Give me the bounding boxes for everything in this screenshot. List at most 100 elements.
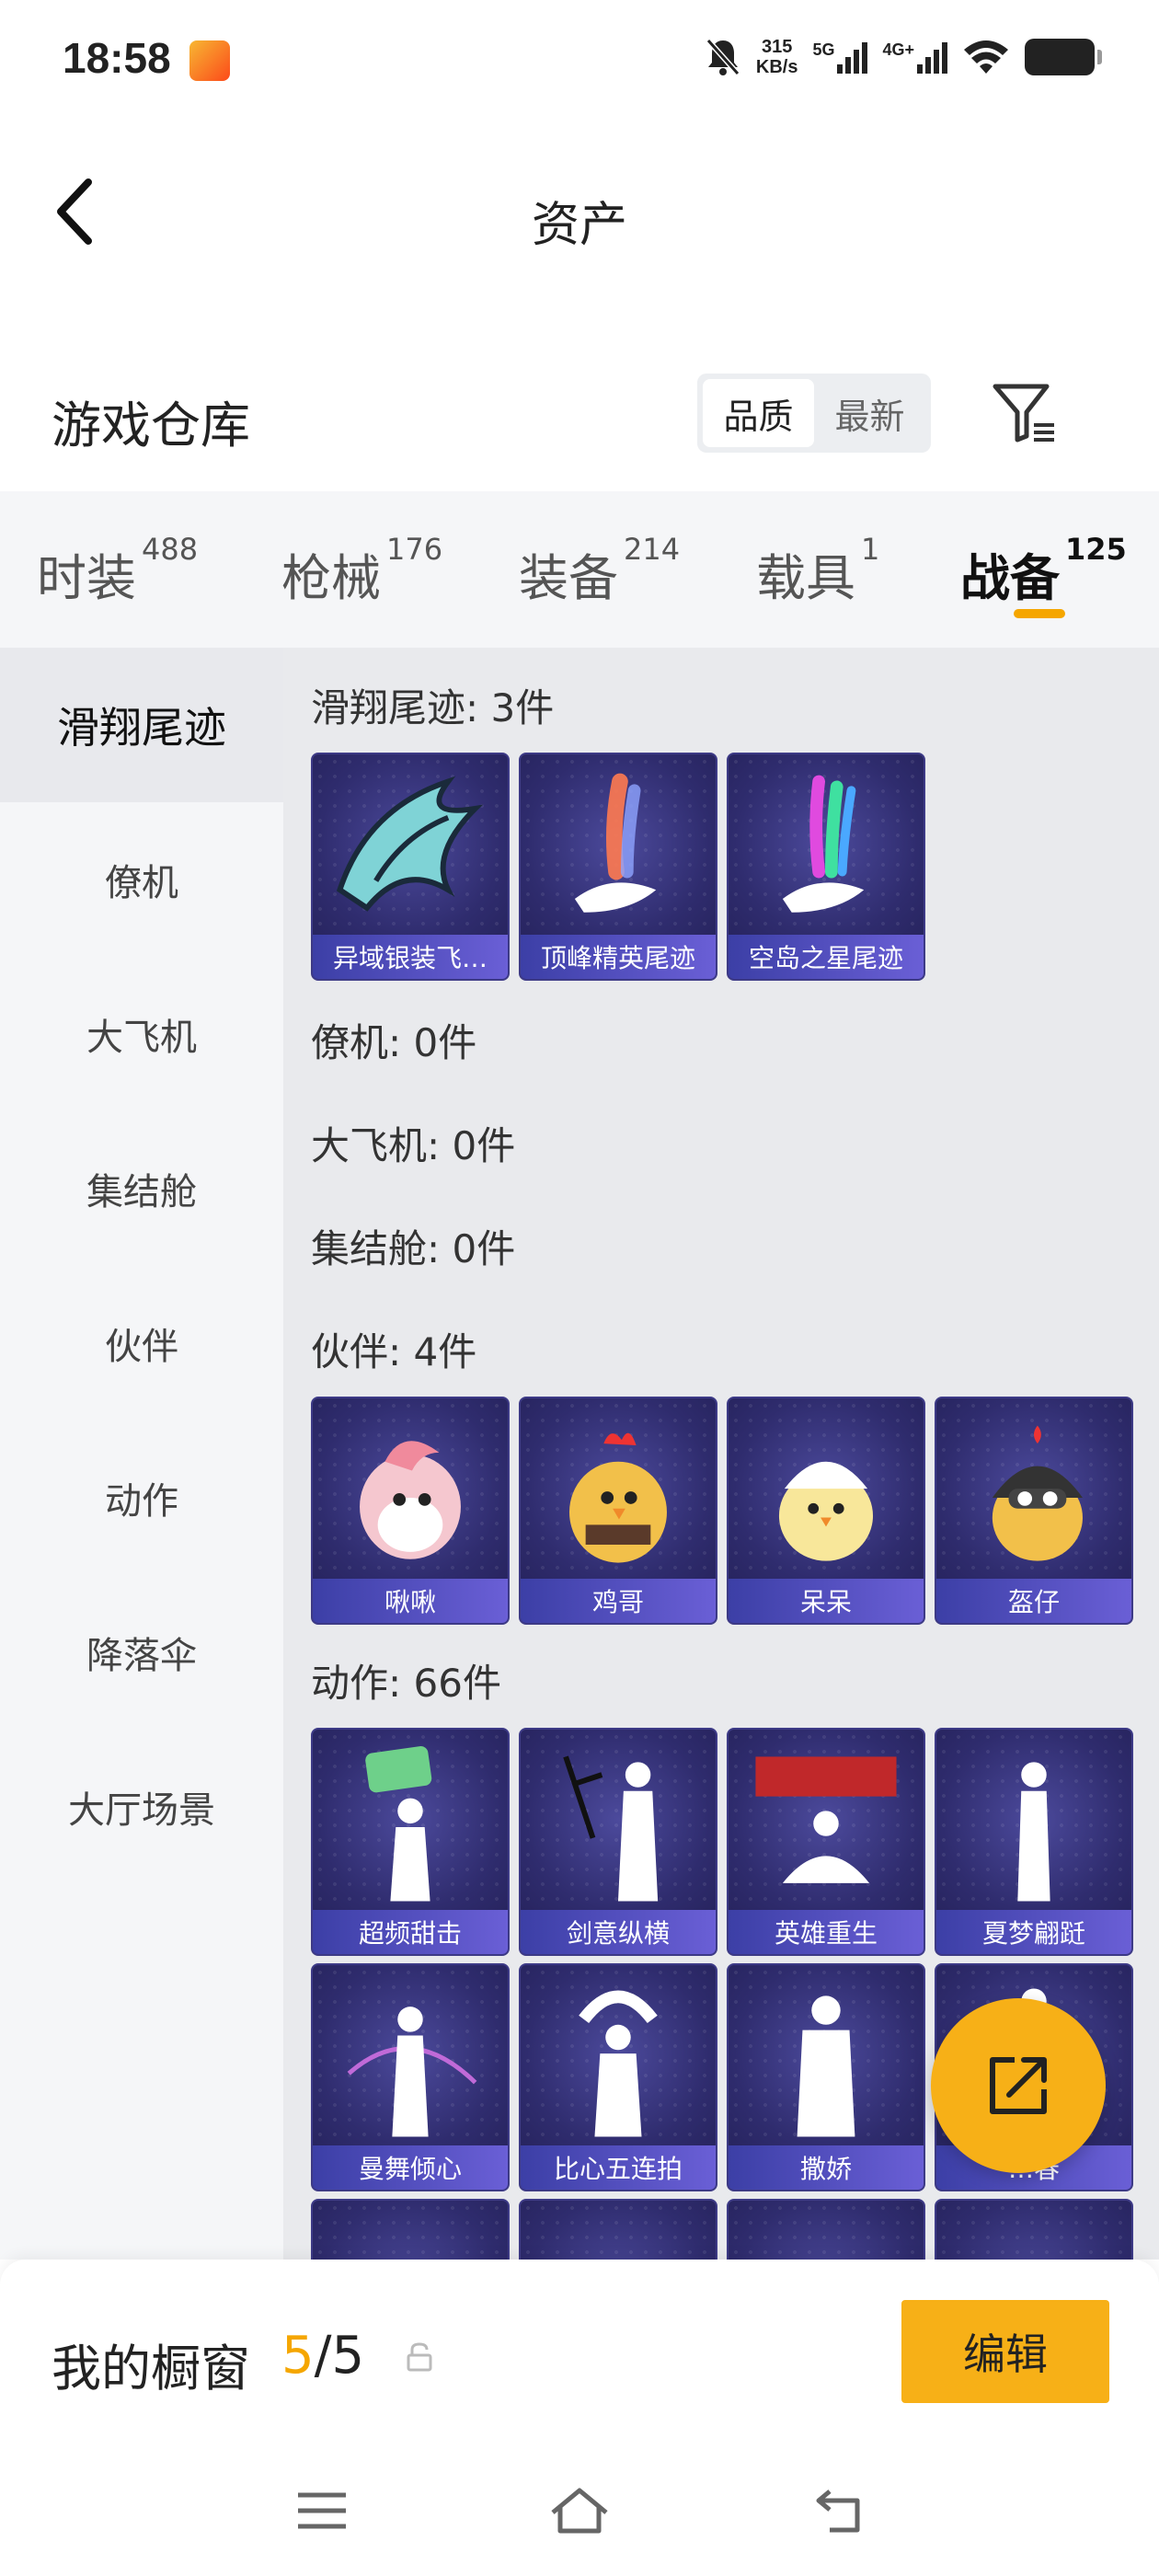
tab-label: 装备 <box>519 549 618 607</box>
item-card[interactable] <box>519 2199 717 2260</box>
tab-label: 战备 <box>960 549 1060 607</box>
sidebar-item-rally-pod[interactable]: 集结舱 <box>0 1111 283 1266</box>
item-card[interactable]: 空岛之星尾迹 <box>727 753 925 981</box>
wifi-icon <box>964 40 1008 74</box>
battery-icon <box>1025 39 1102 75</box>
active-tab-indicator <box>1014 609 1065 618</box>
sim1-signal-icon: 5G <box>812 40 868 74</box>
pink-bird-buddy-image <box>360 1441 461 1559</box>
tab-fashion[interactable]: 时装 488 <box>37 532 198 610</box>
tab-count: 176 <box>386 532 443 567</box>
item-name: 空岛之星尾迹 <box>729 935 924 979</box>
item-name: 顶峰精英尾迹 <box>521 935 716 979</box>
item-card[interactable]: 英雄重生 <box>727 1728 925 1956</box>
sky-island-trail-image <box>782 775 865 913</box>
sidebar-item-emote[interactable]: 动作 <box>0 1420 283 1575</box>
item-card[interactable]: 超频甜击 <box>311 1728 510 1956</box>
category-tabs: 时装 488 枪械 176 装备 214 载具 1 战备 125 <box>0 491 1159 648</box>
tab-count: 214 <box>624 532 681 567</box>
status-icons: 315 KB/s 5G 4G+ <box>705 37 1102 77</box>
item-card[interactable]: 夏梦翩跹 <box>935 1728 1133 1956</box>
sidebar-item-parachute[interactable]: 降落伞 <box>0 1575 283 1730</box>
lock-icon <box>407 2342 432 2372</box>
item-name: 比心五连拍 <box>521 2145 716 2190</box>
item-card[interactable]: 呆呆 <box>727 1397 925 1625</box>
back-nav-icon[interactable] <box>802 2478 876 2543</box>
page-title: 资产 <box>531 198 627 253</box>
item-name: 鸡哥 <box>521 1579 716 1623</box>
share-button[interactable] <box>931 1998 1106 2173</box>
tab-count: 488 <box>142 532 199 567</box>
emote-figure-image <box>347 2007 477 2137</box>
sidebar: 滑翔尾迹 僚机 大飞机 集结舱 伙伴 动作 降落伞 大厅场景 <box>0 648 283 2260</box>
system-nav-bar <box>0 2444 1159 2576</box>
tab-vehicles[interactable]: 载具 1 <box>756 532 879 610</box>
showcase-count: 5/5 <box>281 2326 364 2386</box>
showcase-count-current: 5 <box>281 2326 315 2386</box>
sort-quality-option[interactable]: 品质 <box>703 379 814 447</box>
share-icon <box>990 2057 1047 2114</box>
sim2-label: 4G+ <box>882 40 914 59</box>
status-time: 18:58 <box>63 34 171 82</box>
item-card[interactable]: 盔仔 <box>935 1397 1133 1625</box>
item-name: 盔仔 <box>936 1579 1131 1623</box>
item-name: 呆呆 <box>729 1579 924 1623</box>
item-card[interactable]: 撒娇 <box>727 1963 925 2191</box>
tab-label: 时装 <box>37 549 136 607</box>
net-speed-unit: KB/s <box>755 57 798 77</box>
sidebar-item-glide-trail[interactable]: 滑翔尾迹 <box>0 648 283 802</box>
section-label-buddy: 伙伴: 4件 <box>311 1329 477 1374</box>
rooster-buddy-image <box>568 1432 667 1563</box>
item-card[interactable] <box>311 2199 510 2260</box>
section-label-rally-pod: 集结舱: 0件 <box>311 1226 516 1271</box>
filter-icon[interactable] <box>990 379 1060 449</box>
tab-count: 125 <box>1065 532 1127 567</box>
elite-trail-image <box>574 773 657 913</box>
sort-latest-option[interactable]: 最新 <box>814 379 925 447</box>
item-name: 英雄重生 <box>729 1910 924 1954</box>
emote-figure-image <box>365 1746 432 1902</box>
sidebar-item-wingman[interactable]: 僚机 <box>0 802 283 957</box>
section-label-emote: 动作: 66件 <box>311 1661 501 1706</box>
top-header: 资产 <box>0 138 1159 285</box>
item-name: 异域银装飞… <box>313 935 508 979</box>
net-speed-value: 315 <box>761 37 793 57</box>
item-card[interactable]: 异域银装飞… <box>311 753 510 981</box>
item-card[interactable]: 比心五连拍 <box>519 1963 717 2191</box>
emote-figure-image <box>563 1755 659 1902</box>
warehouse-title: 游戏仓库 <box>52 397 250 454</box>
home-icon[interactable] <box>543 2478 616 2543</box>
showcase-label: 我的橱窗 <box>52 2340 250 2398</box>
tab-battle-gear[interactable]: 战备 125 <box>960 532 1127 610</box>
emote-figure-image <box>1017 1762 1050 1902</box>
item-card[interactable]: 啾啾 <box>311 1397 510 1625</box>
item-card[interactable]: 曼舞倾心 <box>311 1963 510 2191</box>
emote-figure-image <box>579 1990 658 2137</box>
sidebar-item-buddy[interactable]: 伙伴 <box>0 1266 283 1420</box>
tab-count: 1 <box>861 532 880 567</box>
item-name: 撒娇 <box>729 2145 924 2190</box>
edit-button[interactable]: 编辑 <box>901 2300 1109 2403</box>
sim2-signal-icon: 4G+ <box>882 40 947 74</box>
tab-equipment[interactable]: 装备 214 <box>519 532 680 610</box>
item-card[interactable]: 鸡哥 <box>519 1397 717 1625</box>
item-card[interactable]: 剑意纵横 <box>519 1728 717 1956</box>
chick-buddy-image <box>778 1461 874 1561</box>
menu-icon[interactable] <box>285 2478 359 2543</box>
item-name: 剑意纵横 <box>521 1910 716 1954</box>
section-label-glide-trail: 滑翔尾迹: 3件 <box>311 685 555 730</box>
item-card[interactable] <box>935 2199 1133 2260</box>
sidebar-item-big-plane[interactable]: 大飞机 <box>0 957 283 1111</box>
item-name: 夏梦翩跹 <box>936 1910 1131 1954</box>
status-bar: 18:58 315 KB/s 5G 4G+ <box>0 0 1159 120</box>
emote-figure-image <box>797 1995 855 2137</box>
silver-wing-trail-image <box>336 776 484 912</box>
sidebar-item-lobby-scene[interactable]: 大厅场景 <box>0 1730 283 1884</box>
showcase-count-total: /5 <box>314 2326 365 2386</box>
item-card[interactable] <box>727 2199 925 2260</box>
section-label-big-plane: 大飞机: 0件 <box>311 1123 516 1168</box>
tab-weapons[interactable]: 枪械 176 <box>281 532 442 610</box>
item-card[interactable]: 顶峰精英尾迹 <box>519 753 717 981</box>
section-label-wingman: 僚机: 0件 <box>311 1020 477 1065</box>
mute-bell-icon <box>706 39 740 75</box>
